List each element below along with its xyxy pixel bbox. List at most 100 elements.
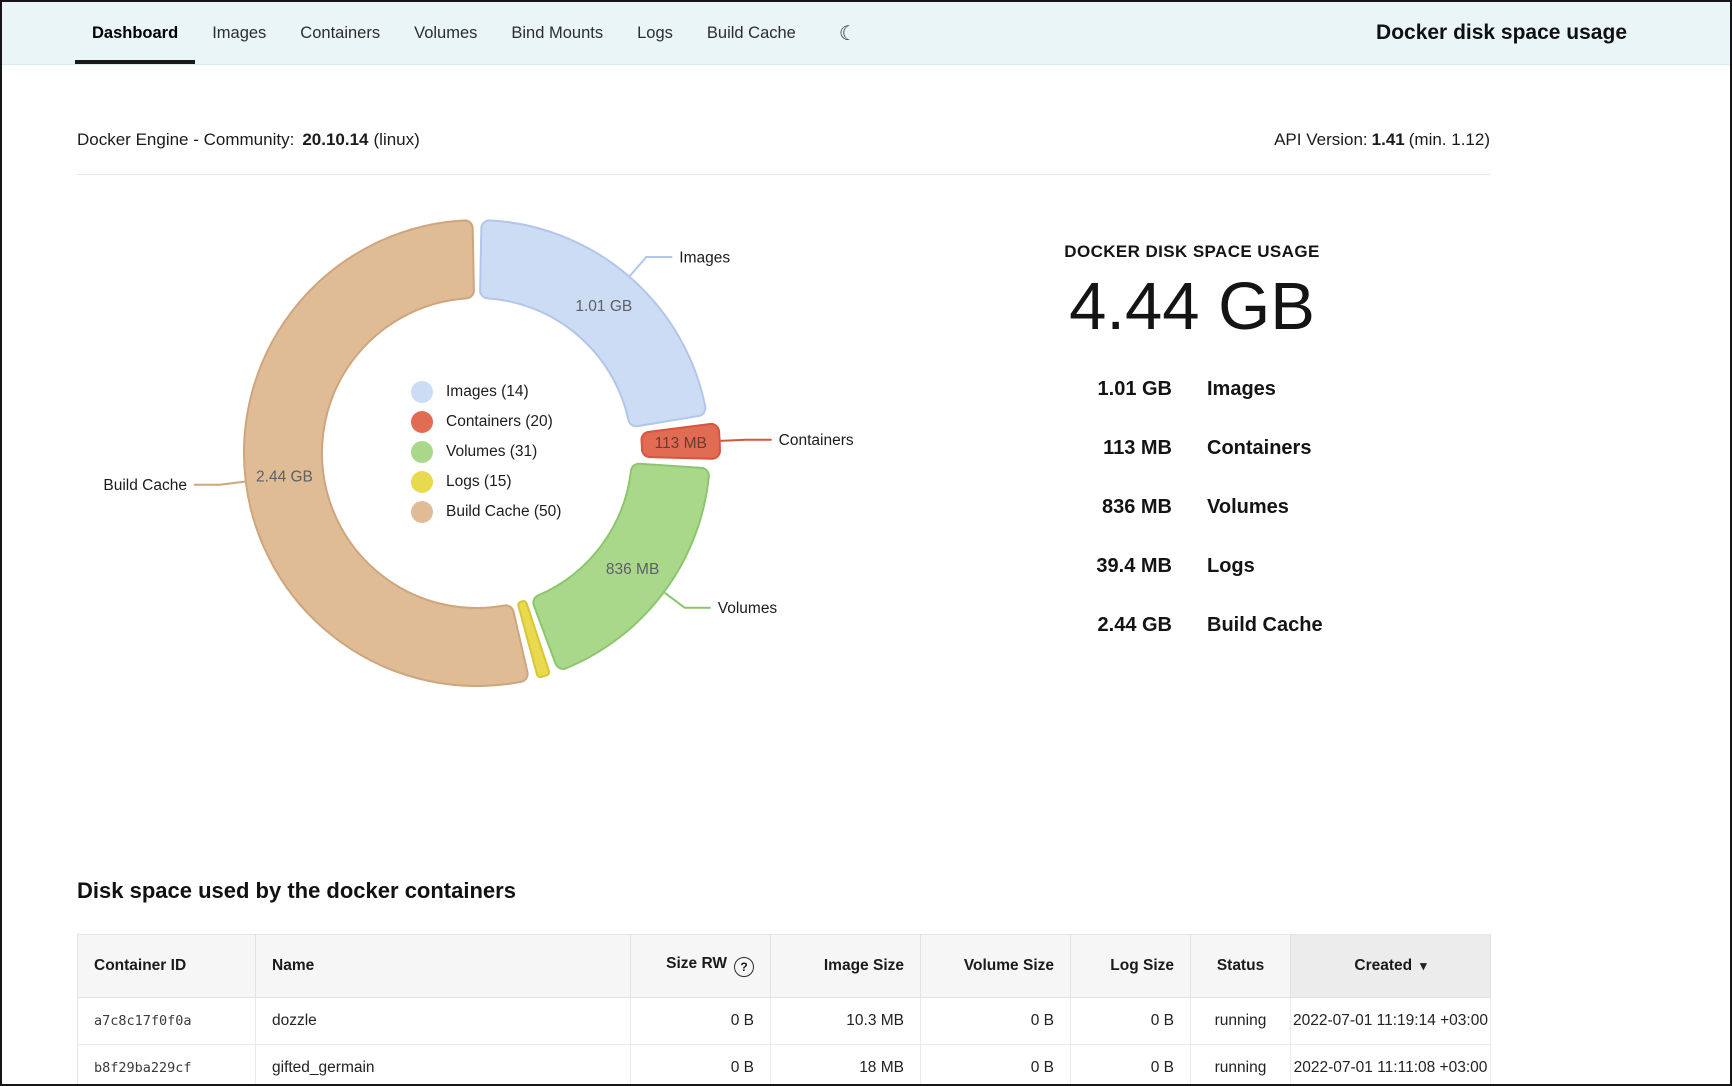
cell-status: running (1191, 1045, 1291, 1086)
nav-item-label: Logs (637, 24, 673, 43)
cell-status: running (1191, 998, 1291, 1045)
cell-container-id: b8f29ba229cf (78, 1045, 256, 1086)
summary-row: 1.01 GB Images (1022, 373, 1362, 406)
nav-item-label: Containers (300, 24, 380, 43)
nav-item-dashboard[interactable]: Dashboard (75, 2, 195, 64)
section-divider (77, 174, 1490, 175)
segment-value-label-images: 1.01 GB (575, 298, 632, 315)
segment-callout-label-images: Images (679, 249, 730, 266)
summary-heading: DOCKER DISK SPACE USAGE (1022, 242, 1362, 262)
sort-caret-icon: ▾ (1420, 958, 1427, 973)
table-row: a7c8c17f0f0a dozzle 0 B 10.3 MB 0 B 0 B … (78, 998, 1491, 1045)
summary-label: Containers (1207, 432, 1362, 465)
legend-item-images[interactable]: Images (14) (411, 377, 561, 407)
segment-callout-line-images (630, 257, 672, 276)
top-navbar: Dashboard Images Containers Volumes Bind Mou… (2, 2, 1730, 65)
legend-label: Build Cache (50) (446, 503, 561, 521)
containers-table-heading: Disk space used by the docker containers (77, 878, 516, 904)
legend-label: Volumes (31) (446, 443, 537, 461)
summary-value: 39.4 MB (1022, 550, 1172, 583)
column-header-name[interactable]: Name (256, 935, 631, 998)
legend-label: Containers (20) (446, 413, 553, 431)
summary-label: Volumes (1207, 491, 1362, 524)
summary-value: 1.01 GB (1022, 373, 1172, 406)
engine-platform: (linux) (374, 130, 420, 149)
segment-callout-line-build-cache (194, 482, 245, 485)
summary-value: 113 MB (1022, 432, 1172, 465)
summary-rows: 1.01 GB Images 113 MB Containers 836 MB … (1022, 373, 1362, 642)
cell-log-size: 0 B (1071, 998, 1191, 1045)
docker-disk-usage-app: Dashboard Images Containers Volumes Bind Mou… (0, 0, 1732, 1086)
segment-callout-label-build-cache: Build Cache (103, 477, 187, 494)
segment-callout-line-containers (721, 440, 772, 441)
nav-item-volumes[interactable]: Volumes (397, 2, 494, 64)
summary-total: 4.44 GB (1022, 268, 1362, 345)
summary-value: 836 MB (1022, 491, 1172, 524)
main-nav: Dashboard Images Containers Volumes Bind Mou… (75, 2, 813, 64)
column-header-container-id[interactable]: Container ID (78, 935, 256, 998)
cell-created: 2022-07-01 11:19:14 +03:00 (1291, 998, 1491, 1045)
disk-usage-summary: DOCKER DISK SPACE USAGE 4.44 GB 1.01 GB … (1022, 242, 1362, 668)
legend-item-build-cache[interactable]: Build Cache (50) (411, 497, 561, 527)
app-title: Docker disk space usage (1376, 2, 1627, 64)
nav-item-label: Build Cache (707, 24, 796, 43)
summary-value: 2.44 GB (1022, 609, 1172, 642)
cell-image-size: 10.3 MB (771, 998, 921, 1045)
column-header-image-size[interactable]: Image Size (771, 935, 921, 998)
legend-color-dot (411, 471, 433, 493)
segment-value-label-volumes: 836 MB (606, 561, 659, 578)
segment-value-label-containers: 113 MB (655, 435, 707, 452)
cell-size-rw: 0 B (631, 998, 771, 1045)
column-header-volume-size[interactable]: Volume Size (921, 935, 1071, 998)
cell-name: dozzle (256, 998, 631, 1045)
summary-label: Build Cache (1207, 609, 1362, 642)
size-rw-label: Size RW (666, 955, 727, 972)
engine-info: Docker Engine - Community: 20.10.14 (linux… (77, 130, 420, 150)
segment-callout-label-volumes: Volumes (718, 600, 778, 617)
summary-row: 836 MB Volumes (1022, 491, 1362, 524)
summary-row: 2.44 GB Build Cache (1022, 609, 1362, 642)
legend-color-dot (411, 441, 433, 463)
api-info: API Version:1.41(min. 1.12) (1274, 130, 1490, 150)
legend-item-logs[interactable]: Logs (15) (411, 467, 561, 497)
legend-label: Logs (15) (446, 473, 511, 491)
nav-item-logs[interactable]: Logs (620, 2, 690, 64)
created-label: Created (1354, 957, 1412, 974)
summary-label: Logs (1207, 550, 1362, 583)
legend-label: Images (14) (446, 383, 529, 401)
summary-label: Images (1207, 373, 1362, 406)
nav-item-bind-mounts[interactable]: Bind Mounts (494, 2, 620, 64)
summary-row: 113 MB Containers (1022, 432, 1362, 465)
nav-item-images[interactable]: Images (195, 2, 283, 64)
help-icon[interactable]: ? (734, 957, 754, 977)
column-header-status[interactable]: Status (1191, 935, 1291, 998)
legend-color-dot (411, 381, 433, 403)
segment-value-label-build-cache: 2.44 GB (256, 469, 313, 486)
column-header-log-size[interactable]: Log Size (1071, 935, 1191, 998)
table-row: b8f29ba229cf gifted_germain 0 B 18 MB 0 … (78, 1045, 1491, 1086)
nav-item-containers[interactable]: Containers (283, 2, 397, 64)
api-label: API Version: (1274, 130, 1368, 149)
chart-legend: Images (14) Containers (20) Volumes (31)… (411, 377, 561, 527)
cell-container-id: a7c8c17f0f0a (78, 998, 256, 1045)
cell-log-size: 0 B (1071, 1045, 1191, 1086)
legend-item-containers[interactable]: Containers (20) (411, 407, 561, 437)
nav-item-build-cache[interactable]: Build Cache (690, 2, 813, 64)
legend-color-dot (411, 501, 433, 523)
cell-created: 2022-07-01 11:11:08 +03:00 (1291, 1045, 1491, 1086)
table-header-row: Container ID Name Size RW? Image Size Vo… (78, 935, 1491, 998)
engine-label: Docker Engine - Community: (77, 130, 294, 149)
nav-item-label: Volumes (414, 24, 477, 43)
api-min: (min. 1.12) (1409, 130, 1490, 149)
legend-color-dot (411, 411, 433, 433)
api-version: 1.41 (1372, 130, 1405, 149)
segment-callout-label-containers: Containers (779, 432, 854, 449)
nav-item-label: Images (212, 24, 266, 43)
column-header-created[interactable]: Created ▾ (1291, 935, 1491, 998)
cell-image-size: 18 MB (771, 1045, 921, 1086)
cell-volume-size: 0 B (921, 1045, 1071, 1086)
column-header-size-rw[interactable]: Size RW? (631, 935, 771, 998)
legend-item-volumes[interactable]: Volumes (31) (411, 437, 561, 467)
dark-mode-moon-icon[interactable]: ☾ (839, 21, 857, 46)
engine-version: 20.10.14 (302, 130, 368, 149)
